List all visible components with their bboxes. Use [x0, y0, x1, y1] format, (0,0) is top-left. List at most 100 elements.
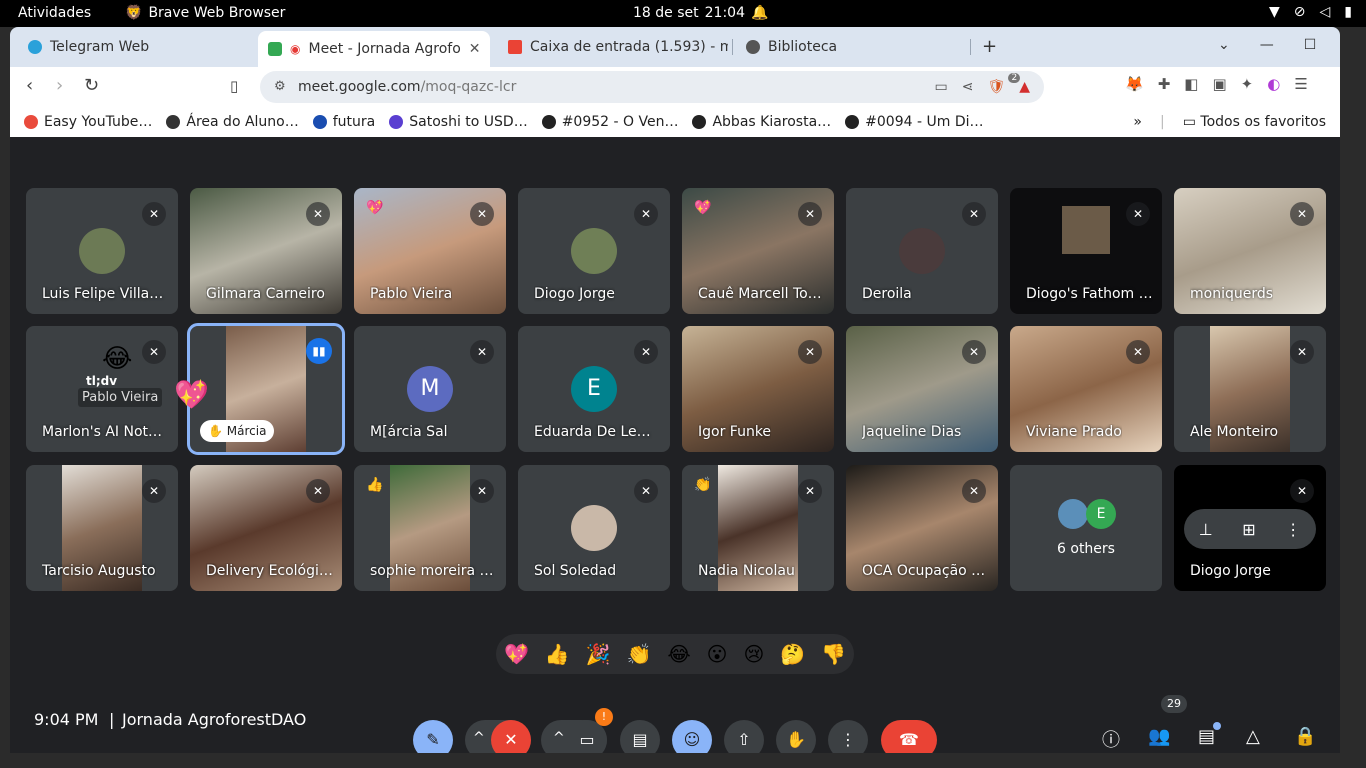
- tab-gmail[interactable]: Caixa de entrada (1.593) - m: [498, 33, 728, 61]
- reaction-clap-button[interactable]: 👏: [627, 642, 652, 666]
- bookmark-label: Easy YouTube…: [44, 114, 153, 130]
- meeting-info-icon[interactable]: ⓘ: [1102, 726, 1120, 752]
- captions-button[interactable]: ▤: [620, 720, 660, 753]
- mic-toggle-button[interactable]: ✕: [491, 720, 531, 753]
- activities-button[interactable]: Atividades: [18, 5, 91, 21]
- wallet-icon[interactable]: ▣: [1212, 75, 1226, 93]
- mic-muted-icon: ✕: [306, 202, 330, 226]
- reaction-surprised-button[interactable]: 😮: [707, 642, 728, 666]
- participant-tile[interactable]: ✕ Ale Monteiro: [1174, 326, 1326, 452]
- all-bookmarks-button[interactable]: ▭ Todos os favoritos: [1183, 114, 1326, 130]
- mic-muted-icon: ✕: [142, 340, 166, 364]
- bookmarks-overflow-button[interactable]: »: [1133, 114, 1142, 130]
- emoji-button[interactable]: ☺: [672, 720, 712, 753]
- bookmark-icon[interactable]: ▯: [230, 77, 238, 95]
- pin-icon[interactable]: ⊥: [1199, 520, 1213, 539]
- reaction-party-button[interactable]: 🎉: [586, 642, 611, 666]
- brave-rewards-icon[interactable]: ▲: [1019, 79, 1030, 95]
- participant-tile[interactable]: ✕ Delivery Ecológi…: [190, 465, 342, 591]
- participant-tile[interactable]: M ✕ M[árcia Sal: [354, 326, 506, 452]
- participant-tile[interactable]: 👏 ✕ Nadia Nicolau: [682, 465, 834, 591]
- tab-telegram[interactable]: Telegram Web: [18, 33, 258, 61]
- extensions-puzzle-icon[interactable]: ✚: [1158, 75, 1171, 93]
- os-clock[interactable]: 18 de set 21:04 🔔: [633, 5, 768, 21]
- vpn-icon[interactable]: ◐: [1267, 75, 1280, 93]
- people-icon[interactable]: 👥: [1148, 726, 1170, 747]
- participant-tile[interactable]: ✕ Sol Soledad: [518, 465, 670, 591]
- participant-tile[interactable]: ✕ Jaqueline Dias: [846, 326, 998, 452]
- maximize-icon[interactable]: ☐: [1304, 37, 1317, 53]
- camera-options-chevron-icon[interactable]: ^: [553, 730, 565, 746]
- forward-icon[interactable]: ›: [56, 75, 63, 96]
- tab-meet[interactable]: ◉ Meet - Jornada Agrofo ✕: [258, 31, 490, 67]
- participant-tile[interactable]: ✕ OCA Ocupação …: [846, 465, 998, 591]
- participant-tile[interactable]: ✕ moniquerds: [1174, 188, 1326, 314]
- more-options-icon[interactable]: ⋮: [1285, 520, 1301, 539]
- tab-biblioteca[interactable]: Biblioteca: [736, 33, 970, 61]
- metamask-icon[interactable]: 🦊: [1125, 75, 1144, 93]
- system-tray[interactable]: ▼ ⊘ ◁ ▮: [1269, 4, 1352, 20]
- menu-icon[interactable]: ☰: [1294, 75, 1307, 93]
- participant-tile[interactable]: ✕ ⊥ ⊞ ⋮ Diogo Jorge: [1174, 465, 1326, 591]
- leo-ai-icon[interactable]: ✦: [1241, 75, 1254, 93]
- participant-tile[interactable]: ✕ Igor Funke: [682, 326, 834, 452]
- address-bar[interactable]: ⚙ meet.google.com /moq-qazc-lcr ▭ ⋖ 🛡 2 …: [260, 71, 1044, 103]
- participant-tile[interactable]: ✕ Deroila: [846, 188, 998, 314]
- raise-hand-button[interactable]: ✋: [776, 720, 816, 753]
- participant-tile[interactable]: E ✕ Eduarda De Lem…: [518, 326, 670, 452]
- mic-options-chevron-icon[interactable]: ^: [473, 730, 485, 746]
- participant-tile[interactable]: ▮▮ ✋ Márcia: [187, 323, 345, 455]
- sidebar-icon[interactable]: ◧: [1184, 75, 1198, 93]
- mic-muted-icon: ✕: [634, 340, 658, 364]
- host-controls-lock-icon[interactable]: 🔒: [1294, 726, 1316, 747]
- close-tab-icon[interactable]: ✕: [469, 41, 481, 57]
- bookmark-item[interactable]: futura: [312, 114, 375, 130]
- camera-in-use-icon[interactable]: ▭: [934, 79, 947, 95]
- participant-tile[interactable]: ✕ Gilmara Carneiro: [190, 188, 342, 314]
- participant-tile[interactable]: 💖 ✕ Cauê Marcell To…: [682, 188, 834, 314]
- more-options-button[interactable]: ⋮: [828, 720, 868, 753]
- share-icon[interactable]: ⋖: [962, 79, 974, 95]
- participant-tile[interactable]: 😂 tl;dv Pablo Vieira ✕ Marlon's AI Note…: [26, 326, 178, 452]
- participant-tile[interactable]: ✕ Diogo's Fathom …: [1010, 188, 1162, 314]
- participant-tile[interactable]: ✕ Luis Felipe Villas…: [26, 188, 178, 314]
- brave-shields-icon[interactable]: 🛡: [987, 79, 1005, 95]
- reaction-thumbs-up-button[interactable]: 👍: [545, 642, 570, 666]
- chat-icon[interactable]: ▤: [1198, 726, 1215, 747]
- bookmark-item[interactable]: #0094 - Um Di…: [845, 114, 984, 130]
- leave-call-button[interactable]: ☎: [881, 720, 937, 753]
- reload-icon[interactable]: ↻: [84, 75, 99, 96]
- present-button[interactable]: ⇧: [724, 720, 764, 753]
- tab-strip: Telegram Web ◉ Meet - Jornada Agrofo ✕ C…: [10, 27, 1340, 67]
- bookmark-label: #0094 - Um Di…: [865, 114, 984, 130]
- reaction-thumbs-down-button[interactable]: 👎: [821, 642, 846, 666]
- avatar: [899, 228, 945, 274]
- reaction-thinking-button[interactable]: 🤔: [780, 642, 805, 666]
- participant-tile[interactable]: ✕ Viviane Prado: [1010, 326, 1162, 452]
- reaction-heart-button[interactable]: 💖: [504, 642, 529, 666]
- participant-tile[interactable]: ✕ Diogo Jorge: [518, 188, 670, 314]
- back-icon[interactable]: ‹: [26, 75, 33, 96]
- reaction-sad-button[interactable]: 😢: [743, 642, 764, 666]
- mic-muted-icon: ✕: [1126, 202, 1150, 226]
- others-tile[interactable]: E 6 others: [1010, 465, 1162, 591]
- participant-tile[interactable]: ✕ Tarcisio Augusto: [26, 465, 178, 591]
- new-tab-button[interactable]: +: [982, 36, 997, 57]
- frame-icon[interactable]: ⊞: [1242, 520, 1255, 539]
- participant-tile[interactable]: 👍 ✕ sophie moreira …: [354, 465, 506, 591]
- ai-notes-button[interactable]: ✎: [413, 720, 453, 753]
- app-menu[interactable]: 🦁 Brave Web Browser: [125, 5, 285, 21]
- participant-name: Pablo Vieira: [370, 286, 453, 302]
- minimize-icon[interactable]: —: [1260, 37, 1274, 53]
- bookmark-item[interactable]: Satoshi to USD…: [389, 114, 528, 130]
- avatar: [79, 228, 125, 274]
- bookmark-item[interactable]: Abbas Kiarosta…: [692, 114, 831, 130]
- bookmark-item[interactable]: Área do Aluno…: [166, 114, 299, 130]
- activities-shapes-icon[interactable]: △: [1246, 726, 1260, 747]
- bookmark-item[interactable]: Easy YouTube…: [24, 114, 152, 130]
- site-settings-icon[interactable]: ⚙: [274, 79, 286, 94]
- reaction-laugh-button[interactable]: 😂: [667, 642, 690, 666]
- tab-search-chevron-icon[interactable]: ⌄: [1218, 37, 1230, 53]
- bookmark-item[interactable]: #0952 - O Ven…: [541, 114, 678, 130]
- participant-tile[interactable]: 💖 ✕ Pablo Vieira: [354, 188, 506, 314]
